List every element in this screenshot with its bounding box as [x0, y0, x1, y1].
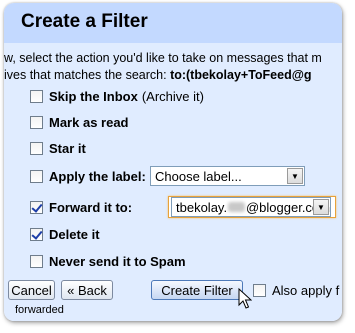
star-it-option[interactable]: Star it	[30, 139, 86, 157]
forward-option[interactable]: Forward it to:	[30, 198, 132, 216]
redacted-text	[228, 202, 245, 212]
skip-inbox-option[interactable]: Skip the Inbox (Archive it)	[30, 87, 204, 105]
mark-as-read-label: Mark as read	[49, 114, 129, 130]
delete-it-option[interactable]: Delete it	[30, 225, 100, 243]
never-spam-option[interactable]: Never send it to Spam	[30, 252, 186, 270]
chevron-down-icon[interactable]: ▼	[313, 199, 329, 215]
also-apply-option[interactable]: Also apply f	[253, 281, 339, 299]
apply-label-label: Apply the label:	[49, 168, 146, 184]
also-apply-label: Also apply f	[272, 282, 340, 298]
never-spam-checkbox[interactable]	[30, 254, 43, 268]
mouse-cursor-icon	[238, 288, 252, 309]
instruction-prefix: ives that matches the search:	[4, 68, 171, 82]
label-select[interactable]: Choose label... ▼	[150, 166, 305, 186]
mark-as-read-checkbox[interactable]	[30, 115, 43, 129]
search-query: to:(tbekolay+ToFeed@g	[170, 68, 312, 82]
chevron-down-icon[interactable]: ▼	[287, 168, 303, 184]
instruction-line-1: w, select the action you'd like to take …	[4, 51, 322, 65]
dialog-title: Create a Filter	[21, 11, 148, 32]
mark-as-read-option[interactable]: Mark as read	[30, 113, 129, 131]
archive-hint: (Archive it)	[141, 88, 204, 104]
forward-address-prefix: tbekolay.	[176, 199, 228, 215]
skip-inbox-label: Skip the Inbox	[49, 88, 138, 104]
back-button[interactable]: « Back	[61, 280, 113, 300]
skip-inbox-checkbox[interactable]	[30, 89, 43, 103]
forward-address-select[interactable]: tbekolay. @blogger.com ▼	[171, 197, 331, 217]
cancel-button[interactable]: Cancel	[8, 280, 55, 300]
forward-checkbox[interactable]	[30, 200, 43, 214]
star-it-label: Star it	[49, 140, 86, 156]
also-apply-checkbox[interactable]	[253, 283, 266, 297]
instruction-line-2: ives that matches the search: to:(tbekol…	[4, 68, 312, 82]
create-filter-dialog: Create a Filter w, select the action you…	[4, 3, 342, 321]
star-it-checkbox[interactable]	[30, 141, 43, 155]
label-select-value: Choose label...	[155, 168, 242, 184]
footer-text: forwarded	[15, 304, 64, 316]
delete-it-checkbox[interactable]	[30, 227, 43, 241]
create-filter-button[interactable]: Create Filter	[151, 280, 243, 300]
apply-label-option[interactable]: Apply the label:	[30, 167, 146, 185]
forward-label: Forward it to:	[49, 199, 133, 215]
delete-it-label: Delete it	[49, 226, 100, 242]
never-spam-label: Never send it to Spam	[49, 253, 186, 269]
apply-label-checkbox[interactable]	[30, 169, 43, 183]
dialog-header: Create a Filter	[4, 3, 342, 43]
